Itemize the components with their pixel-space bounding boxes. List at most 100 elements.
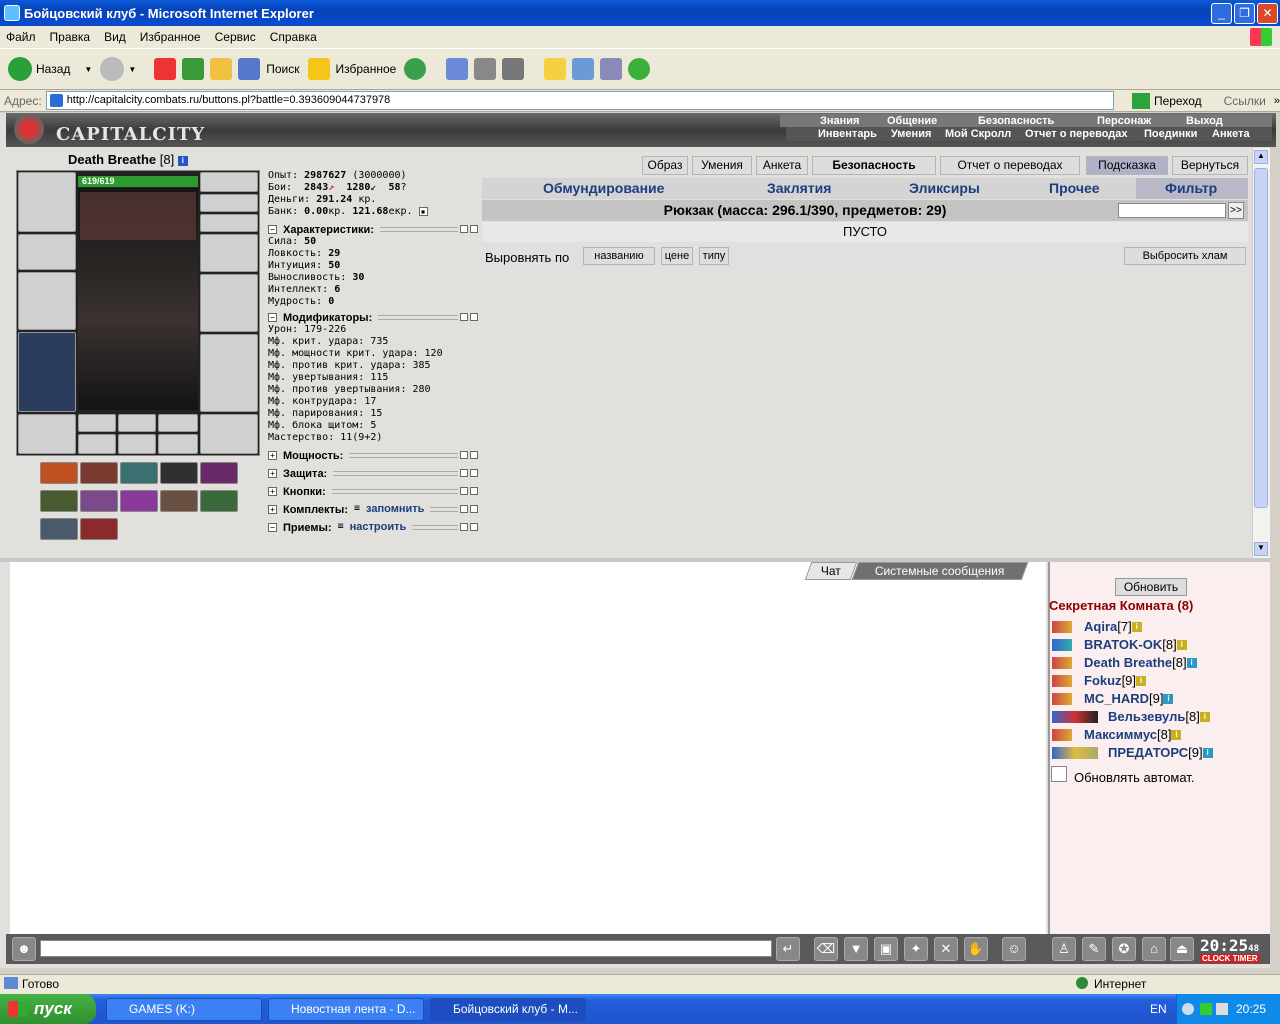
forward-button[interactable]: ▼	[100, 57, 136, 81]
maximize-button[interactable]: ❐	[1234, 3, 1255, 24]
pocket-slot-6[interactable]	[158, 434, 198, 454]
history-icon[interactable]	[404, 58, 427, 80]
tray-expand-icon[interactable]	[1182, 1003, 1194, 1015]
page-scrollbar-thumb[interactable]	[1254, 168, 1268, 508]
skills-button[interactable]: Умения	[692, 156, 752, 175]
nav-fights[interactable]: Поединки	[1144, 128, 1197, 140]
sort-by-price-button[interactable]: цене	[661, 247, 693, 265]
helmet-slot[interactable]	[18, 172, 76, 232]
links-label[interactable]: Ссылки	[1224, 94, 1266, 108]
boots-slot[interactable]	[200, 414, 258, 454]
menu-help[interactable]: Справка	[270, 30, 317, 44]
shop-icon[interactable]: ⌂	[1142, 937, 1166, 961]
chevron-right-icon[interactable]: »	[1274, 95, 1280, 107]
section-techniques[interactable]: − Приемы: ≡ настроить	[268, 520, 478, 534]
home-icon[interactable]	[210, 58, 233, 80]
hint-button[interactable]: Подсказка	[1086, 156, 1168, 175]
nav-skills[interactable]: Умения	[891, 128, 931, 140]
return-button[interactable]: Вернуться	[1172, 156, 1248, 175]
configure-link[interactable]: настроить	[350, 521, 407, 533]
tab-filter[interactable]: Фильтр	[1165, 180, 1217, 196]
tab-spells[interactable]: Заклятия	[767, 180, 831, 196]
info-icon[interactable]: i	[177, 155, 188, 166]
quick-slot-3[interactable]	[120, 462, 158, 484]
menu-favorites[interactable]: Избранное	[140, 30, 201, 44]
quick-slot-9[interactable]	[160, 490, 198, 512]
user-list-item[interactable]: Death Breathe [8] i	[1052, 655, 1197, 670]
nav-character[interactable]: Персонаж	[1097, 115, 1151, 127]
auto-refresh-checkbox[interactable]	[1051, 766, 1067, 782]
exit-icon[interactable]: ⏏	[1170, 937, 1194, 961]
belt-slot[interactable]	[18, 414, 76, 454]
scroll-icon[interactable]: ✎	[1082, 937, 1106, 961]
sort-by-type-button[interactable]: типу	[699, 247, 729, 265]
cloak-slot[interactable]	[18, 332, 76, 412]
nav-scroll[interactable]: Мой Скролл	[945, 128, 1011, 140]
transfers-report-button[interactable]: Отчет о переводах	[940, 156, 1080, 175]
go-button[interactable]: Переход	[1131, 92, 1202, 109]
section-buttons[interactable]: + Кнопки:	[268, 484, 478, 498]
tab-chat[interactable]: Чат	[804, 562, 858, 580]
shield-slot[interactable]	[200, 274, 258, 332]
section-defense[interactable]: + Защита:	[268, 466, 478, 480]
duel-icon[interactable]: ✕	[934, 937, 958, 961]
quick-slot-11[interactable]	[40, 518, 78, 540]
user-list-item[interactable]: Fokuz [9] i	[1052, 673, 1147, 688]
nav-knowledge[interactable]: Знания	[820, 115, 859, 127]
menu-file[interactable]: Файл	[6, 30, 36, 44]
amulet-slot[interactable]	[200, 194, 258, 212]
section-power[interactable]: + Мощность:	[268, 448, 478, 462]
send-icon[interactable]: ↵	[776, 937, 800, 961]
smile-icon[interactable]: ☺	[1002, 937, 1026, 961]
quick-slot-8[interactable]	[120, 490, 158, 512]
fight-icon[interactable]: ✦	[904, 937, 928, 961]
user-list-item[interactable]: MC_HARD [9] i	[1052, 691, 1174, 706]
pocket-slot-2[interactable]	[118, 414, 156, 432]
task-news[interactable]: Новостная лента - D...	[268, 998, 424, 1021]
quest-icon[interactable]: ✪	[1112, 937, 1136, 961]
bag-icon[interactable]: ♙	[1052, 937, 1076, 961]
lock-icon[interactable]: ▪	[418, 207, 428, 216]
task-games[interactable]: GAMES (K:)	[106, 998, 262, 1021]
bracer-slot[interactable]	[18, 234, 76, 270]
search-button[interactable]: Поиск	[238, 58, 300, 80]
refresh-icon[interactable]	[182, 58, 205, 80]
menu-tools[interactable]: Сервис	[215, 30, 256, 44]
edit-icon[interactable]	[502, 58, 525, 80]
weapon-slot[interactable]	[18, 272, 76, 330]
chat-area[interactable]	[10, 562, 1046, 934]
icq-icon[interactable]	[628, 58, 651, 80]
user-list-item[interactable]: ПРЕДАТОРС [9] i	[1052, 745, 1213, 760]
user-list-item[interactable]: BRATOK-OK [8] i	[1052, 637, 1187, 652]
rings-slot[interactable]	[200, 214, 258, 232]
quick-slot-1[interactable]	[40, 462, 78, 484]
nav-communication[interactable]: Общение	[887, 115, 937, 127]
quick-slot-2[interactable]	[80, 462, 118, 484]
pocket-slot-3[interactable]	[158, 414, 198, 432]
nav-profile[interactable]: Анкета	[1212, 128, 1250, 140]
pocket-slot-5[interactable]	[118, 434, 156, 454]
section-modifiers[interactable]: − Модификаторы:	[268, 310, 478, 324]
notes-icon[interactable]	[544, 58, 567, 80]
back-button[interactable]: Назад ▼	[8, 57, 92, 81]
quick-slot-7[interactable]	[80, 490, 118, 512]
quick-slot-12[interactable]	[80, 518, 118, 540]
quick-slot-6[interactable]	[40, 490, 78, 512]
research-icon[interactable]	[600, 58, 623, 80]
user-list-item[interactable]: Aqira [7] i	[1052, 619, 1142, 634]
tab-system-messages[interactable]: Системные сообщения	[851, 562, 1029, 580]
stop-icon[interactable]	[154, 58, 177, 80]
user-list-item[interactable]: Максиммус [8] i	[1052, 727, 1182, 742]
favorites-button[interactable]: Избранное	[307, 58, 396, 80]
scroll-down-icon[interactable]: ▼	[1254, 542, 1268, 556]
quick-slot-5[interactable]	[200, 462, 238, 484]
minimize-button[interactable]: _	[1211, 3, 1232, 24]
section-sets[interactable]: + Комплекты: ≡ запомнить	[268, 502, 478, 516]
nav-transfers[interactable]: Отчет о переводах	[1025, 128, 1128, 140]
profile-button[interactable]: Анкета	[756, 156, 808, 175]
mail-icon[interactable]	[446, 58, 469, 80]
backpack-search-button[interactable]: >>	[1228, 202, 1244, 219]
section-characteristics[interactable]: − Характеристики:	[268, 222, 478, 236]
task-combats[interactable]: Бойцовский клуб - M...	[430, 998, 586, 1021]
menu-edit[interactable]: Правка	[50, 30, 91, 44]
